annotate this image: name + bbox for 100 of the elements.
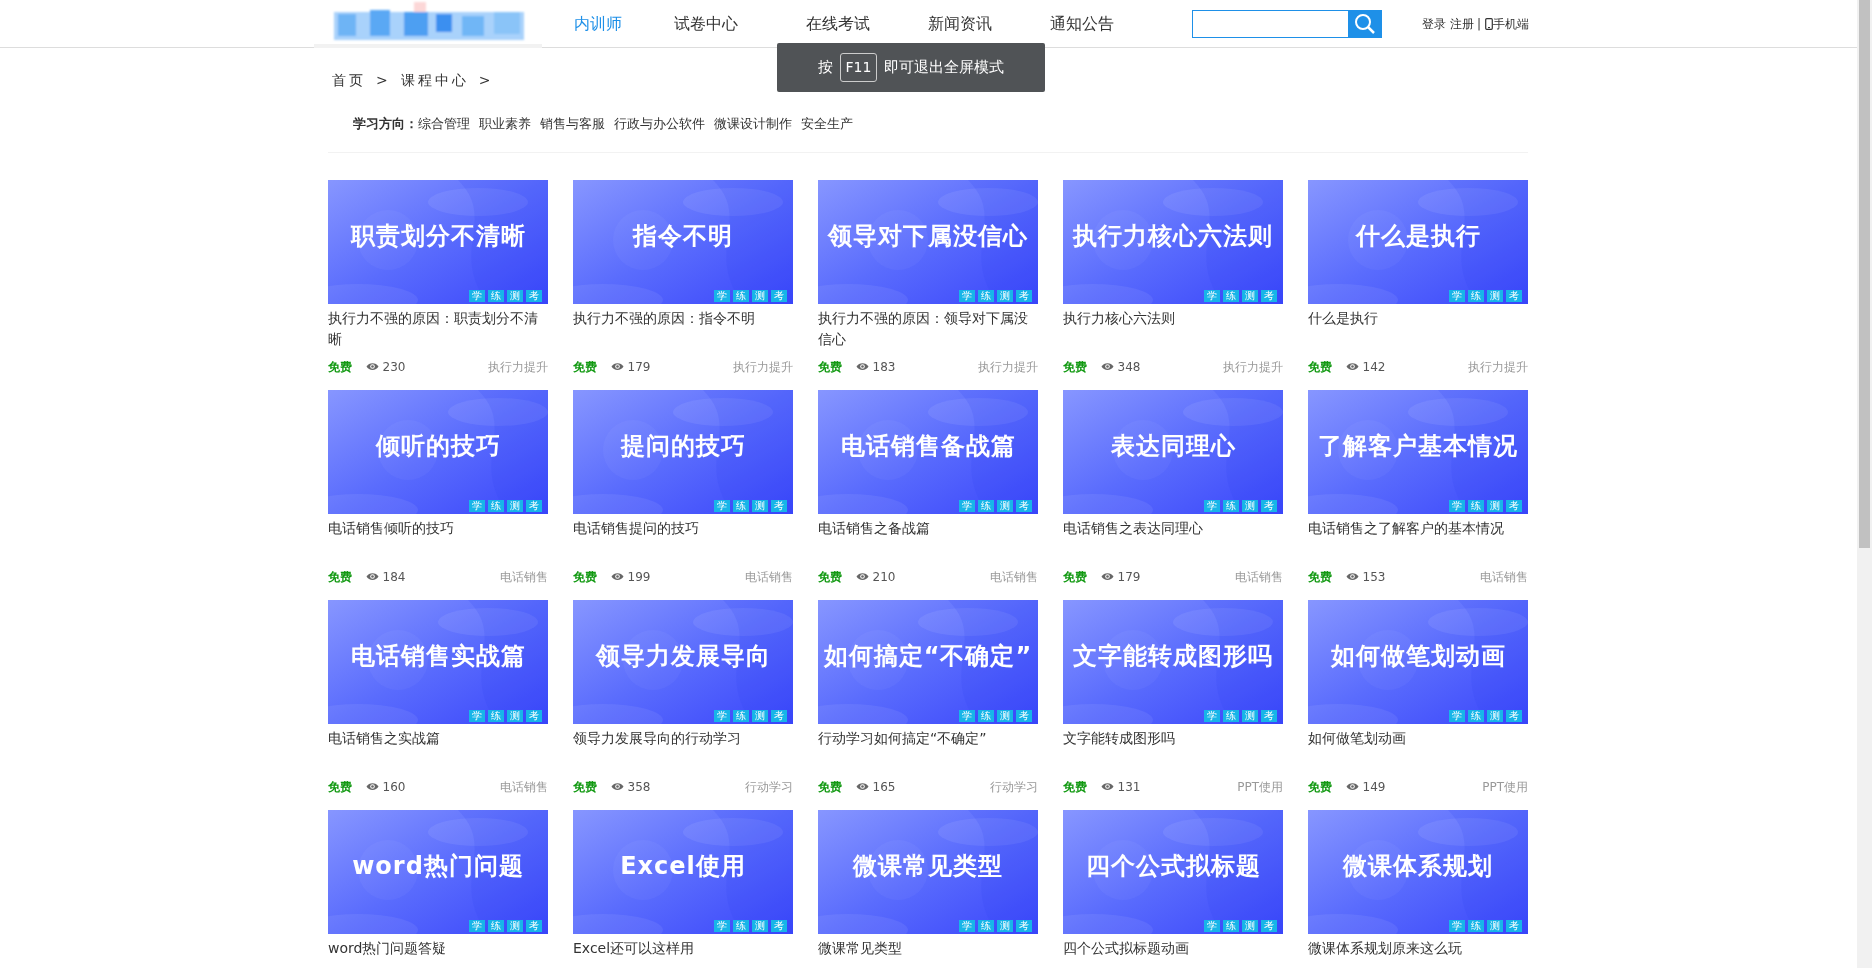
course-thumbnail[interactable]: 微课体系规划 学 练 测 考 [1308,809,1528,934]
category-link[interactable]: 执行力提升 [488,357,548,376]
course-thumbnail[interactable]: 指令不明 学 练 测 考 [573,179,793,304]
phone-icon [1484,17,1493,30]
eye-icon [1101,782,1114,791]
course-thumbnail[interactable]: 提问的技巧 学 练 测 考 [573,389,793,514]
filter-option[interactable]: 职业素养 [479,114,531,134]
course-thumbnail[interactable]: 领导力发展导向 学 练 测 考 [573,599,793,724]
course-thumbnail[interactable]: 四个公式拟标题 学 练 测 考 [1063,809,1283,934]
cover-title: 微课常见类型 [851,850,1004,882]
category-link[interactable]: 电话销售 [990,567,1038,586]
course-title[interactable]: 电话销售之备战篇 [818,517,1038,560]
course-title[interactable]: 电话销售之表达同理心 [1063,517,1283,560]
price-label: 免费 [328,778,352,796]
category-link[interactable]: 执行力提升 [1468,357,1528,376]
price-label: 免费 [1063,778,1087,796]
scrollbar[interactable] [1857,0,1872,968]
filter-option[interactable]: 销售与客服 [540,114,605,134]
eye-icon [1101,572,1114,581]
course-title[interactable]: 微课常见类型 [818,937,1038,968]
course-title[interactable]: 执行力不强的原因：领导对下属没信心 [818,307,1038,350]
category-link[interactable]: 执行力提升 [1223,357,1283,376]
course-title[interactable]: 电话销售倾听的技巧 [328,517,548,560]
category-link[interactable]: 电话销售 [500,567,548,586]
course-thumbnail[interactable]: 倾听的技巧 学 练 测 考 [328,389,548,514]
course-title[interactable]: word热门问题答疑 [328,937,548,968]
category-link[interactable]: 行动学习 [990,777,1038,796]
course-thumbnail[interactable]: 电话销售实战篇 学 练 测 考 [328,599,548,724]
scrollbar-thumb[interactable] [1859,0,1870,548]
separator: | [1477,15,1482,33]
category-link[interactable]: 电话销售 [1235,567,1283,586]
logo[interactable] [314,0,542,48]
course-thumbnail[interactable]: 如何做笔划动画 学 练 测 考 [1308,599,1528,724]
filter-option[interactable]: 微课设计制作 [714,114,792,134]
course-title[interactable]: 执行力核心六法则 [1063,307,1283,350]
nav-link[interactable]: 新闻资讯 [928,11,992,36]
course-thumbnail[interactable]: Excel使用 学 练 测 考 [573,809,793,934]
course-title[interactable]: 领导力发展导向的行动学习 [573,727,793,770]
nav-link[interactable]: 在线考试 [806,11,870,36]
category-link[interactable]: 行动学习 [745,777,793,796]
nav-link[interactable]: 试卷中心 [674,11,738,36]
view-count: 160 [382,778,406,796]
course-thumbnail[interactable]: word热门问题 学 练 测 考 [328,809,548,934]
nav-link[interactable]: 通知公告 [1050,11,1114,36]
course-title[interactable]: 执行力不强的原因：指令不明 [573,307,793,350]
course-thumbnail[interactable]: 如何搞定“不确定” 学 练 测 考 [818,599,1038,724]
breadcrumb-link[interactable]: 课程中心 [400,69,469,91]
course-title[interactable]: 电话销售提问的技巧 [573,517,793,560]
course-thumbnail[interactable]: 文字能转成图形吗 学 练 测 考 [1063,599,1283,724]
course-title[interactable]: 四个公式拟标题动画 [1063,937,1283,968]
course-title[interactable]: 文字能转成图形吗 [1063,727,1283,770]
view-count: 184 [382,568,406,586]
course-title[interactable]: 如何做笔划动画 [1308,727,1528,770]
cover-title: 什么是执行 [1354,220,1482,252]
price-label: 免费 [1063,568,1087,586]
course-title[interactable]: 什么是执行 [1308,307,1528,350]
eye-icon [1101,362,1114,371]
filter-option[interactable]: 综合管理 [418,114,470,134]
view-count: 230 [382,358,406,376]
user-link[interactable]: 登录 [1422,14,1446,33]
key-label: F11 [839,53,878,82]
category-link[interactable]: PPT使用 [1237,777,1283,796]
course-thumbnail[interactable]: 什么是执行 学 练 测 考 [1308,179,1528,304]
course-title[interactable]: Excel还可以这样用 [573,937,793,968]
course-thumbnail[interactable]: 了解客户基本情况 学 练 测 考 [1308,389,1528,514]
category-link[interactable]: 电话销售 [500,777,548,796]
search-field[interactable] [1192,9,1348,38]
eye-icon [611,782,624,791]
course-thumbnail[interactable]: 领导对下属没信心 学 练 测 考 [818,179,1038,304]
search-button[interactable] [1348,9,1382,38]
category-link[interactable]: 执行力提升 [978,357,1038,376]
view-count: 199 [627,568,651,586]
course-thumbnail[interactable]: 电话销售备战篇 学 练 测 考 [818,389,1038,514]
category-link[interactable]: PPT使用 [1482,777,1528,796]
user-link[interactable]: 注册 [1449,14,1474,33]
course-title[interactable]: 行动学习如何搞定“不确定” [818,727,1038,770]
course-title[interactable]: 电话销售之实战篇 [328,727,548,770]
cover-title: 如何做笔划动画 [1329,640,1507,672]
category-link[interactable]: 执行力提升 [733,357,793,376]
course-thumbnail[interactable]: 微课常见类型 学 练 测 考 [818,809,1038,934]
breadcrumb-link[interactable]: 首页 [332,69,366,91]
mobile-link[interactable]: 手机端 [1484,14,1529,33]
price-label: 免费 [1308,358,1332,376]
course-title[interactable]: 微课体系规划原来这么玩 [1308,937,1528,968]
nav-link[interactable]: 内训师 [574,11,622,36]
view-count: 348 [1117,358,1141,376]
category-link[interactable]: 电话销售 [745,567,793,586]
filter-option[interactable]: 行政与办公软件 [614,114,705,134]
cover-title: 领导力发展导向 [594,640,772,672]
course-thumbnail[interactable]: 表达同理心 学 练 测 考 [1063,389,1283,514]
course-title[interactable]: 电话销售之了解客户的基本情况 [1308,517,1528,560]
category-link[interactable]: 电话销售 [1480,567,1528,586]
price-label: 免费 [573,358,597,376]
course-title[interactable]: 执行力不强的原因：职责划分不清晰 [328,307,548,350]
course-thumbnail[interactable]: 执行力核心六法则 学 练 测 考 [1063,179,1283,304]
filter-option[interactable]: 安全生产 [801,114,853,134]
eye-icon [366,572,379,581]
price-label: 免费 [1063,358,1087,376]
course-thumbnail[interactable]: 职责划分不清晰 学 练 测 考 [328,179,548,304]
price-label: 免费 [573,778,597,796]
